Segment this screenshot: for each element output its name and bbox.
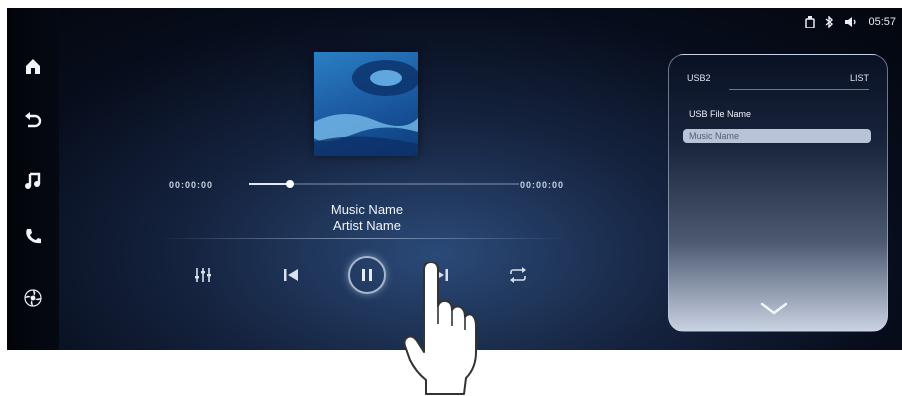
panel-header: USB2 LIST — [687, 73, 869, 83]
divider — [157, 238, 567, 239]
panel-divider — [729, 89, 869, 90]
usb-icon — [805, 16, 816, 28]
back-icon — [25, 112, 42, 128]
bluetooth-icon — [825, 16, 834, 28]
repeat-icon — [510, 267, 526, 283]
file-list-panel: USB2 LIST USB File Name Music Name — [668, 54, 888, 332]
artist-name: Artist Name — [333, 218, 401, 233]
status-bar: 05:57 — [805, 16, 896, 28]
source-tab[interactable]: USB2 — [687, 73, 711, 83]
sidebar — [7, 8, 59, 350]
volume-icon — [844, 16, 858, 28]
list-item[interactable]: USB File Name — [683, 107, 871, 121]
list-tab[interactable]: LIST — [850, 73, 869, 83]
list-item-selected[interactable]: Music Name — [683, 129, 871, 143]
progress-handle[interactable] — [285, 180, 294, 188]
tap-hand-icon — [404, 262, 477, 395]
sidebar-item-climate[interactable] — [17, 282, 49, 314]
song-title: Music Name — [330, 202, 404, 217]
sidebar-item-back[interactable] — [17, 104, 49, 136]
home-icon — [26, 59, 40, 74]
progress-bar[interactable] — [249, 180, 519, 188]
elapsed-time: 00:00:00 — [169, 180, 214, 190]
progress-fill — [249, 183, 290, 185]
sidebar-item-home[interactable] — [17, 50, 49, 82]
total-time: 00:00:00 — [520, 180, 565, 190]
phone-icon — [26, 229, 41, 244]
pause-button[interactable] — [348, 256, 386, 294]
previous-icon — [284, 269, 298, 281]
music-note-icon — [25, 172, 41, 189]
album-art — [314, 52, 418, 156]
clock: 05:57 — [868, 16, 896, 28]
pause-icon — [362, 269, 372, 281]
sidebar-item-music[interactable] — [17, 164, 49, 196]
fan-icon — [24, 289, 42, 307]
equalizer-button[interactable] — [186, 258, 220, 292]
chevron-down-icon[interactable] — [759, 301, 789, 317]
previous-button[interactable] — [274, 258, 308, 292]
sidebar-item-phone[interactable] — [17, 220, 49, 252]
repeat-button[interactable] — [501, 258, 535, 292]
equalizer-icon — [195, 268, 211, 282]
